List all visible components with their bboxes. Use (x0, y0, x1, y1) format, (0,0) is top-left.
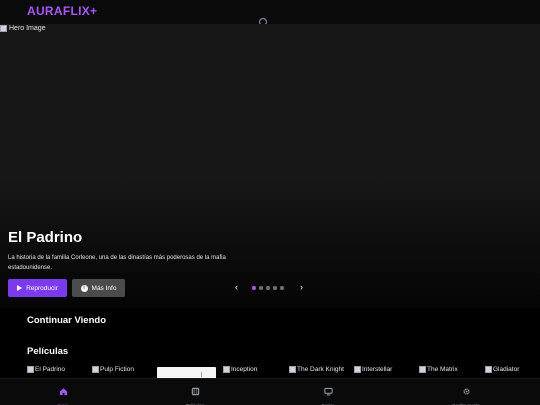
movie-poster[interactable]: Interstellar (354, 366, 392, 373)
gear-icon (462, 383, 471, 401)
movie-title: Inception (231, 366, 258, 373)
play-button-label: Reproducir (26, 284, 58, 292)
broken-image-icon (223, 366, 230, 373)
broken-image-icon (354, 366, 361, 373)
broken-image-icon (27, 366, 34, 373)
carousel-dot[interactable] (273, 286, 277, 290)
movie-title: El Padrino (35, 366, 65, 373)
movie-title: The Dark Knight (297, 366, 344, 373)
info-icon: i (80, 284, 88, 292)
broken-image-icon (419, 366, 426, 373)
carousel-dot[interactable] (259, 286, 263, 290)
movie-title: Gladiator (493, 366, 520, 373)
play-button[interactable]: Reproducir (8, 279, 67, 297)
carousel-next-button[interactable]: › (300, 282, 303, 292)
hero-title: El Padrino (8, 229, 83, 246)
hero-description: La historia de la familia Corleone, una … (8, 255, 226, 271)
movies-row: El Padrino Pulp Fiction Inception The Dark … (27, 366, 540, 379)
nav-item-settings[interactable]: Configuración (431, 383, 501, 405)
movie-poster[interactable]: The Matrix (419, 366, 458, 373)
hero-banner: Hero Image El Padrino La historia de la … (0, 24, 540, 308)
broken-image-icon (485, 366, 492, 373)
continue-watching-title: Continuar Viendo (27, 315, 106, 326)
broken-image-icon (92, 366, 99, 373)
movie-poster[interactable]: Pulp Fiction (92, 366, 134, 373)
broken-image-icon (289, 366, 296, 373)
carousel-prev-button[interactable]: ‹ (235, 282, 238, 292)
bottom-nav: Inicio Películas Series Configuración (0, 378, 540, 405)
broken-image-icon (0, 25, 7, 32)
movie-title: Interstellar (362, 366, 393, 373)
movie-poster[interactable]: El Padrino (27, 366, 65, 373)
carousel-dot[interactable] (280, 286, 284, 290)
nav-item-home[interactable]: Inicio (28, 383, 98, 405)
hero-image-alt: Hero Image (9, 25, 46, 32)
hero-image: Hero Image (0, 25, 46, 32)
brand-logo[interactable]: AURAFLIX+ (27, 4, 97, 18)
movie-title: Pulp Fiction (100, 366, 134, 373)
movie-poster[interactable]: The Dark Knight (289, 366, 344, 373)
top-bar: AURAFLIX+ (0, 0, 540, 24)
movie-poster[interactable]: Inception (223, 366, 257, 373)
carousel-dot[interactable] (252, 286, 256, 290)
nav-item-series[interactable]: Series (293, 383, 363, 405)
movies-section-title: Películas (27, 346, 69, 357)
nav-item-movies[interactable]: Películas (160, 383, 230, 405)
movie-title: The Matrix (427, 366, 458, 373)
carousel-dots (252, 286, 284, 290)
more-info-button[interactable]: i Más Info (72, 279, 125, 297)
home-icon (59, 383, 68, 401)
more-info-label: Más Info (91, 284, 117, 292)
tv-icon (323, 383, 333, 401)
play-icon (17, 285, 23, 291)
movie-poster[interactable]: Gladiator (485, 366, 519, 373)
carousel-dot[interactable] (266, 286, 270, 290)
film-icon (191, 383, 200, 401)
